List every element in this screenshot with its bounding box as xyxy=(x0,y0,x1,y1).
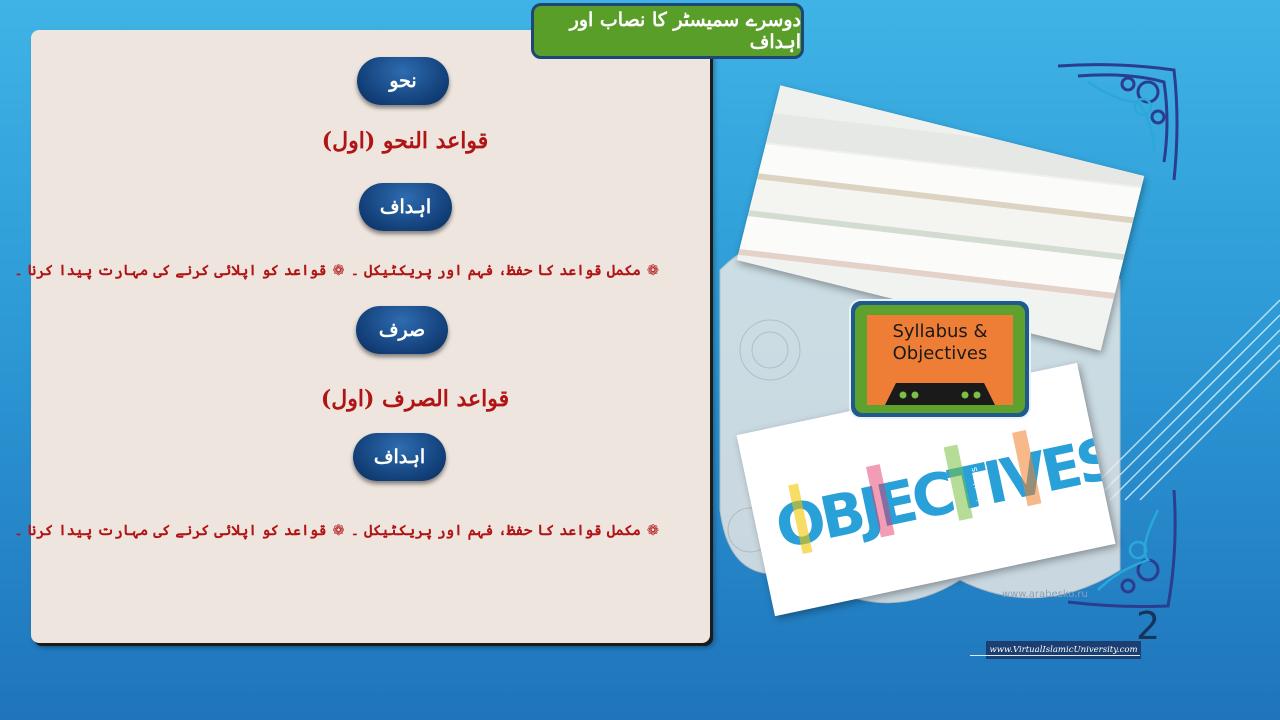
flower-icon: ❁ xyxy=(646,263,659,279)
flower-icon: ❁ xyxy=(332,523,345,539)
watermark-text: www.arabesko.ru xyxy=(1002,589,1088,600)
nahw-badge: نحو xyxy=(357,57,449,105)
syllabus-card-tray xyxy=(885,383,995,405)
sarf-objective-2: قواعد کو اپلائی کرنے کی مہارت پیدا کرنا … xyxy=(14,522,327,539)
sarf-badge: صرف xyxy=(356,306,448,354)
flower-icon: ❁ xyxy=(646,523,659,539)
sarf-objectives-line: ❁ مکمل قواعد کا حفظ، فہم اور پریکٹیکل ۔ ❁ ق… xyxy=(14,522,665,539)
footer-url[interactable]: www.VirtualIslamicUniversity.com xyxy=(986,641,1141,659)
slide-title: دوسرے سمیسٹر کا نصاب اور اہداف xyxy=(531,3,804,59)
nahw-objectives-line: ❁ مکمل قواعد کا حفظ، فہم اور پریکٹیکل ۔ ❁ ق… xyxy=(14,262,665,279)
nahw-objectives-badge: اہداف xyxy=(359,183,452,231)
syllabus-card: Syllabus & Objectives xyxy=(849,299,1031,419)
nahw-objective-2: قواعد کو اپلائی کرنے کی مہارت پیدا کرنا … xyxy=(14,262,327,279)
sarf-course-title: قواعد الصرف (اول) xyxy=(320,386,510,412)
sarf-objective-1: مکمل قواعد کا حفظ، فہم اور پریکٹیکل ۔ xyxy=(350,522,641,539)
nahw-objective-1: مکمل قواعد کا حفظ، فہم اور پریکٹیکل ۔ xyxy=(350,262,641,279)
flower-icon: ❁ xyxy=(332,263,345,279)
footer-underline xyxy=(970,655,1140,656)
syllabus-card-text: Syllabus & Objectives xyxy=(892,321,988,364)
nahw-course-title: قواعد النحو (اول) xyxy=(321,128,489,154)
sarf-objectives-badge: اہداف xyxy=(353,433,446,481)
